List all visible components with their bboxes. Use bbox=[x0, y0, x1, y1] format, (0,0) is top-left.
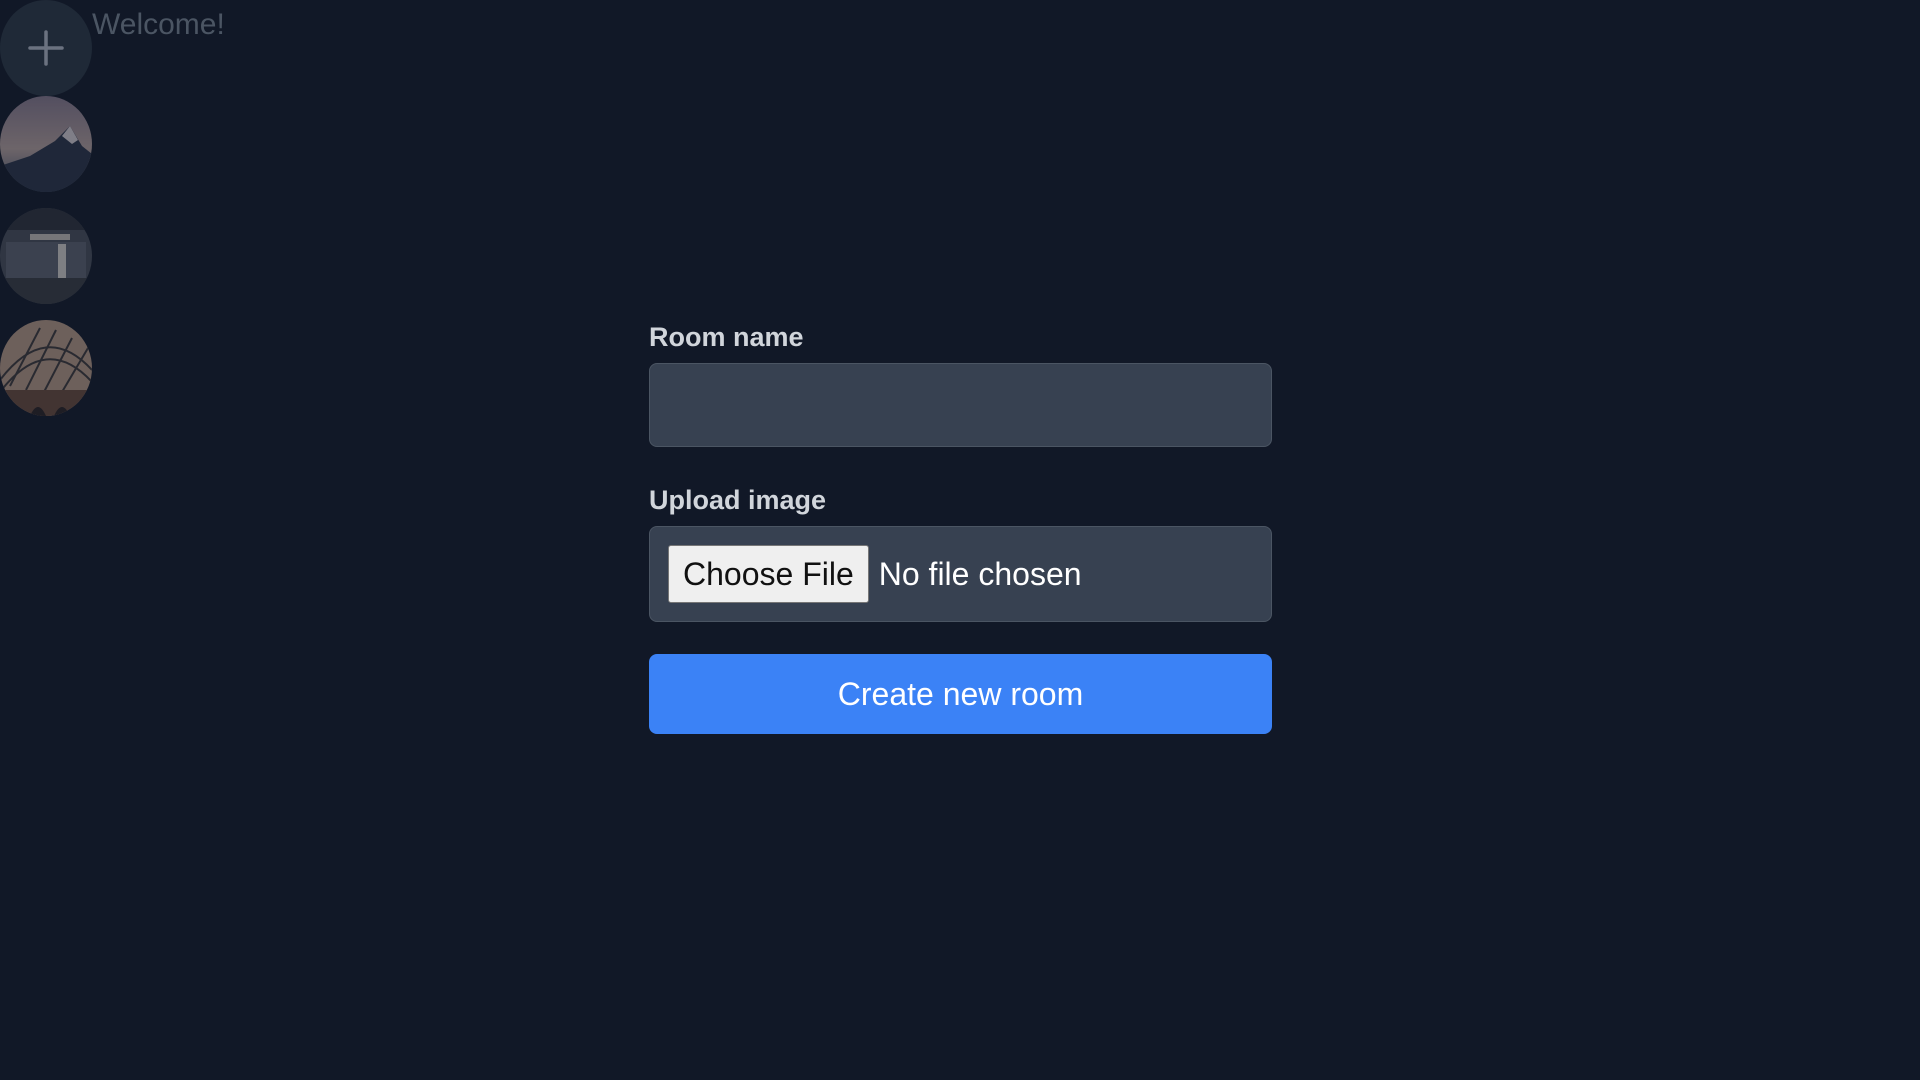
mountain-photo-icon bbox=[0, 96, 92, 192]
add-room-button[interactable] bbox=[0, 0, 92, 96]
welcome-text: Welcome! bbox=[92, 8, 225, 41]
file-upload-field[interactable]: Choose File No file chosen bbox=[649, 526, 1272, 622]
room-thumbnail[interactable] bbox=[0, 208, 92, 304]
room-name-input[interactable] bbox=[649, 363, 1272, 447]
file-status-text: No file chosen bbox=[878, 555, 1082, 592]
choose-file-button[interactable]: Choose File bbox=[668, 545, 869, 603]
plus-icon bbox=[28, 30, 64, 66]
interior-photo-icon bbox=[0, 208, 92, 304]
create-room-form: Room name Upload image Choose File No fi… bbox=[649, 322, 1272, 734]
arch-building-photo-icon bbox=[0, 320, 92, 416]
create-room-button[interactable]: Create new room bbox=[649, 654, 1272, 734]
room-name-label: Room name bbox=[649, 322, 804, 352]
room-thumbnail[interactable] bbox=[0, 96, 92, 192]
upload-image-label: Upload image bbox=[649, 485, 827, 515]
room-thumbnail[interactable] bbox=[0, 320, 92, 416]
